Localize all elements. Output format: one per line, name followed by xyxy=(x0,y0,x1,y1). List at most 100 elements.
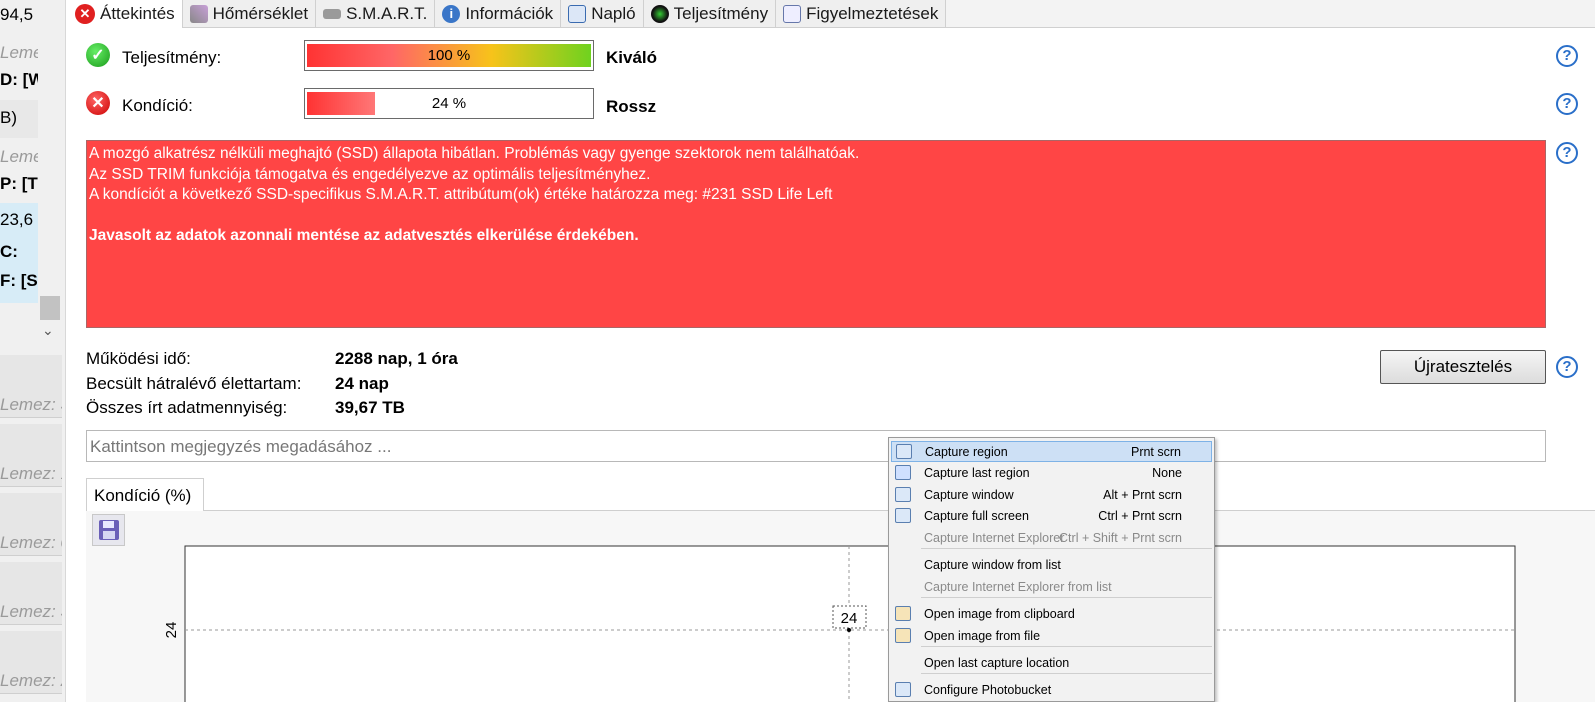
performance-bar: 100 % xyxy=(304,40,594,71)
tab-log[interactable]: Napló xyxy=(561,0,644,27)
help-icon[interactable]: ? xyxy=(1556,142,1578,164)
drive-card[interactable]: Lemez: 2 xyxy=(0,631,62,694)
context-menu: Capture region Prnt scrn Capture last regi… xyxy=(888,437,1215,702)
menu-item[interactable]: Configure Photobucket xyxy=(891,679,1212,700)
tab-information[interactable]: i Információk xyxy=(435,0,562,27)
health-bar: 24 % xyxy=(304,88,594,119)
menu-item-shortcut: None xyxy=(1152,465,1182,480)
error-icon: ✕ xyxy=(86,91,110,115)
health-verdict: Rossz xyxy=(606,97,657,116)
menu-item[interactable]: Capture window Alt + Prnt scrn xyxy=(891,484,1212,505)
drive-sidebar: 94,5 Lemez D: [W B) Lemez P: [TC 23,6 C:… xyxy=(0,0,66,702)
tab-overview[interactable]: ✕ Áttekintés xyxy=(68,0,183,28)
gauge-icon xyxy=(650,4,669,23)
menu-separator xyxy=(921,548,1212,549)
drive-size: B) xyxy=(0,108,17,127)
menu-item-label: Configure Photobucket xyxy=(924,682,1052,697)
drive-card[interactable]: Lemez: 3 xyxy=(0,355,62,418)
drive-card[interactable]: Lemez: 0 xyxy=(0,493,62,556)
menu-item[interactable]: Capture Internet Explorer from list xyxy=(891,576,1212,597)
tab-label: Teljesítmény xyxy=(673,3,769,23)
thermometer-icon xyxy=(189,4,208,23)
tab-bar: ✕ Áttekintés Hőmérséklet S.M.A.R.T. i In… xyxy=(68,0,1595,28)
menu-item-shortcut: Ctrl + Prnt scrn xyxy=(1098,508,1182,523)
tab-label: Áttekintés xyxy=(100,4,175,23)
drive-size: 94,5 xyxy=(0,5,34,24)
menu-item-shortcut: Alt + Prnt scrn xyxy=(1103,487,1182,502)
performance-label: Teljesítmény: xyxy=(122,48,222,67)
drive-card-label: Lemez: 2 xyxy=(0,671,62,690)
health-chart: 24 24 xyxy=(163,545,1516,702)
drive-card-label: Lemez: 1 xyxy=(0,464,62,483)
menu-item-label: Capture window xyxy=(924,487,1014,502)
document-icon xyxy=(568,4,587,23)
performance-verdict: Kiváló xyxy=(606,48,658,67)
alerts-icon xyxy=(783,4,802,23)
menu-item-label: Open image from clipboard xyxy=(924,606,1075,621)
chevron-down-icon[interactable]: ⌄ xyxy=(42,322,54,339)
tab-label: S.M.A.R.T. xyxy=(346,3,428,23)
menu-item[interactable]: Capture window from list xyxy=(891,554,1212,575)
menu-item[interactable]: Capture full screen Ctrl + Prnt scrn xyxy=(891,505,1212,526)
help-icon[interactable]: ? xyxy=(1556,93,1578,115)
health-percent: 24 % xyxy=(431,95,467,112)
drive-card-label: Lemez: 0 xyxy=(0,533,62,552)
menu-separator xyxy=(921,597,1212,598)
info-icon: i xyxy=(442,4,461,23)
menu-item-icon xyxy=(895,628,911,643)
message-warning: Javasolt az adatok azonnali mentése az a… xyxy=(89,226,639,244)
menu-item-label: Capture last region xyxy=(924,465,1030,480)
uptime-value: 2288 nap, 1 óra xyxy=(335,349,458,368)
drive-card-label: Lemez: 3 xyxy=(0,602,62,621)
health-status-icon: ✕ xyxy=(86,91,110,115)
data-label: 24 xyxy=(841,610,858,627)
drive-card[interactable]: Lemez: 1 xyxy=(0,424,62,487)
menu-item-shortcut: Ctrl + Shift + Prnt scrn xyxy=(1059,530,1182,545)
menu-item[interactable]: Open last capture location xyxy=(891,652,1212,673)
health-label: Kondíció: xyxy=(122,96,193,115)
drive-card[interactable]: Lemez: 3 xyxy=(0,562,62,625)
tab-label: Figyelmeztetések xyxy=(806,3,939,23)
menu-item-label: Open image from file xyxy=(924,628,1041,643)
menu-item-icon xyxy=(895,508,911,523)
menu-item[interactable]: Capture region Prnt scrn xyxy=(891,441,1212,462)
drive-card-label: Lemez: 3 xyxy=(0,395,62,414)
menu-item-label: Capture region xyxy=(925,444,1008,459)
tab-label: Információk xyxy=(465,3,554,23)
menu-item[interactable]: Open image from file xyxy=(891,625,1212,646)
menu-item-icon xyxy=(896,444,912,459)
tab-performance[interactable]: Teljesítmény xyxy=(643,0,777,27)
message-line: A mozgó alkatrész nélküli meghajtó (SSD)… xyxy=(89,145,860,162)
remaining-life-label: Becsült hátralévő élettartam: xyxy=(86,374,302,393)
menu-item[interactable]: Open image from clipboard xyxy=(891,603,1212,624)
scrollbar-thumb[interactable] xyxy=(40,296,60,320)
menu-item-label: Capture window from list xyxy=(924,557,1061,572)
drive-icon xyxy=(323,8,342,19)
menu-item[interactable]: Capture last region None xyxy=(891,462,1212,483)
performance-status-icon: ✓ xyxy=(86,43,110,67)
message-line: Az SSD TRIM funkciója támogatva és enged… xyxy=(89,165,651,183)
menu-item-icon xyxy=(895,487,911,502)
menu-item-label: Capture Internet Explorer from list xyxy=(924,579,1112,594)
menu-item-icon xyxy=(895,465,911,480)
message-line: A kondíciót a következő SSD-specifikus S… xyxy=(89,186,833,203)
help-icon[interactable]: ? xyxy=(1556,356,1578,378)
tab-smart[interactable]: S.M.A.R.T. xyxy=(316,0,436,27)
menu-item-label: Capture full screen xyxy=(924,508,1029,523)
menu-item-label: Open last capture location xyxy=(924,655,1070,670)
checkmark-icon: ✓ xyxy=(86,43,110,67)
menu-item[interactable]: Capture Internet Explorer Ctrl + Shift + … xyxy=(891,527,1212,548)
tab-temperature[interactable]: Hőmérséklet xyxy=(182,0,317,27)
remaining-life-value: 24 nap xyxy=(335,374,389,393)
y-tick-label: 24 xyxy=(163,622,180,639)
note-input[interactable]: Kattintson megjegyzés megadásához ... xyxy=(86,430,1546,462)
menu-item-icon xyxy=(895,606,911,621)
tab-alerts[interactable]: Figyelmeztetések xyxy=(776,0,947,27)
tab-health-chart[interactable]: Kondíció (%) xyxy=(86,478,204,511)
sidebar-scrollbar[interactable]: ⌄ xyxy=(38,0,62,345)
help-icon[interactable]: ? xyxy=(1556,45,1578,67)
data-point xyxy=(847,628,851,632)
menu-separator xyxy=(921,673,1212,674)
retest-button[interactable]: Újratesztelés xyxy=(1380,350,1546,384)
menu-separator xyxy=(921,646,1212,647)
